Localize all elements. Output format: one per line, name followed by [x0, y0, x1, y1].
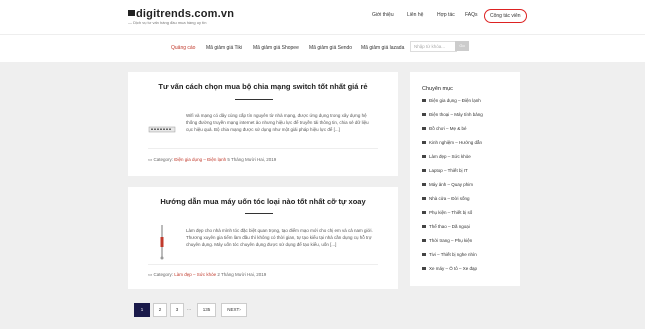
hair-curler-icon [160, 225, 164, 260]
heart-icon [422, 155, 426, 158]
sidebar-item-label: Điện gia dụng – Điện lạnh [429, 98, 481, 103]
next-page-button[interactable]: NEXT› [221, 303, 247, 317]
title-underline [245, 213, 273, 214]
sidebar-item-vehicles[interactable]: Xe máy – Ô tô – Xe đạp [422, 266, 477, 271]
nav-gioi-thieu[interactable]: Giới thiệu [372, 12, 394, 18]
sidebar-item-fashion[interactable]: Thời trang – Phụ kiện [422, 238, 472, 243]
sidebar-item-label: Phụ kiện – Thiết bị số [429, 210, 473, 215]
headphone-icon [422, 211, 426, 214]
post-category-link[interactable]: Điện gia dụng – Điện lạnh [174, 157, 226, 162]
divider [148, 148, 378, 149]
page-3-button[interactable]: 3 [170, 303, 184, 317]
site-header: digitrends.com.vn — Dịch vụ tư vấn hàng … [0, 0, 645, 34]
sidebar-item-label: Kinh nghiệm – Hướng dẫn [429, 140, 482, 145]
sidebar-item-sport[interactable]: Thể thao – Dã ngoại [422, 224, 470, 229]
network-switch-image[interactable] [148, 122, 176, 133]
nav-hop-tac[interactable]: Hợp tác [437, 12, 455, 18]
nav-lien-he[interactable]: Liên hệ [407, 12, 423, 18]
subnav-sendo[interactable]: Mã giảm giá Sendo [309, 45, 352, 51]
sidebar: Chuyên mục Điện gia dụng – Điện lạnh Điệ… [410, 72, 520, 286]
meta-date: 2 Tháng Mười Hai, 2019 [217, 272, 267, 277]
sidebar-item-camera[interactable]: Máy ảnh – Quay phim [422, 182, 473, 187]
sidebar-item-beauty[interactable]: Làm đẹp – Sức khỏe [422, 154, 471, 159]
sidebar-item-label: Xe máy – Ô tô – Xe đạp [429, 266, 478, 271]
title-underline [235, 99, 273, 100]
sidebar-item-toys[interactable]: Đồ chơi – Mẹ & bé [422, 126, 466, 131]
sidebar-item-accessories[interactable]: Phụ kiện – Thiết bị số [422, 210, 472, 215]
sidebar-item-label: Laptop – Thiết bị IT [429, 168, 468, 173]
logo-icon [128, 10, 135, 16]
sidebar-heading: Chuyên mục [422, 86, 453, 92]
site-tagline: — Dịch vụ tư vấn hàng đầu mua hàng uy tí… [128, 20, 207, 25]
tv-icon [422, 253, 426, 256]
camera-icon [422, 183, 426, 186]
hair-curler-image[interactable] [155, 223, 169, 261]
divider [148, 264, 378, 265]
book-icon [422, 141, 426, 144]
sidebar-item-laptop[interactable]: Laptop – Thiết bị IT [422, 168, 468, 173]
nav-faqs[interactable]: FAQs [465, 12, 478, 18]
sidebar-item-label: Làm đẹp – Sức khỏe [429, 154, 471, 159]
search-button[interactable]: Go [455, 41, 469, 51]
sidebar-item-home[interactable]: Nhà cửa – Đời sống [422, 196, 469, 201]
home-icon [422, 197, 426, 200]
sidebar-item-label: Đồ chơi – Mẹ & bé [429, 126, 467, 131]
page-last-button[interactable]: 135 [197, 303, 216, 317]
sidebar-item-label: Nhà cửa – Đời sống [429, 196, 470, 201]
sub-navigation: Quảng cáo Mã giảm giá Tiki Mã giảm giá S… [0, 34, 645, 62]
meta-date: 5 Tháng Mười Hai, 2019 [227, 157, 277, 162]
page-2-button[interactable]: 2 [153, 303, 167, 317]
sport-icon [422, 225, 426, 228]
sidebar-item-appliance[interactable]: Điện gia dụng – Điện lạnh [422, 98, 481, 103]
post-card: Hướng dẫn mua máy uốn tóc loại nào tốt n… [128, 187, 398, 289]
laptop-icon [422, 169, 426, 172]
network-switch-icon [148, 126, 176, 133]
sidebar-item-label: Máy ảnh – Quay phim [429, 182, 474, 187]
meta-category-label: Category: [153, 157, 174, 162]
subnav-lazada[interactable]: Mã giảm giá lazada [361, 45, 404, 51]
sidebar-item-label: Điện thoại – Máy tính bảng [429, 112, 483, 117]
appliance-icon [422, 99, 426, 102]
fashion-icon [422, 239, 426, 242]
post-title[interactable]: Hướng dẫn mua máy uốn tóc loại nào tốt n… [128, 197, 398, 206]
phone-icon [422, 113, 426, 116]
sidebar-item-guides[interactable]: Kinh nghiệm – Hướng dẫn [422, 140, 482, 145]
sidebar-item-label: Thời trang – Phụ kiện [429, 238, 473, 243]
post-category-link[interactable]: Làm đẹp – Sức khỏe [174, 272, 216, 277]
post-meta: ▭ Category: Làm đẹp – Sức khỏe 2 Tháng M… [148, 272, 266, 278]
post-excerpt: Wifi và mạng có dây cùng cấp tín nguyên … [186, 113, 369, 132]
sidebar-item-label: Thể thao – Dã ngoại [429, 224, 470, 229]
subnav-shopee[interactable]: Mã giảm giá Shopee [253, 45, 299, 51]
logo-text: digitrends.com.vn [136, 8, 235, 20]
site-logo[interactable]: digitrends.com.vn [128, 8, 234, 20]
meta-category-label: Category: [153, 272, 174, 277]
subnav-quang-cao[interactable]: Quảng cáo [171, 45, 195, 51]
sidebar-item-label: Tivi – Thiết bị nghe nhìn [429, 252, 477, 257]
pagination-ellipsis: ... [187, 306, 192, 312]
page-1-button[interactable]: 1 [134, 303, 150, 317]
post-meta: ▭ Category: Điện gia dụng – Điện lạnh 5 … [148, 157, 276, 163]
toy-icon [422, 127, 426, 130]
sidebar-item-phone[interactable]: Điện thoại – Máy tính bảng [422, 112, 483, 117]
search-input[interactable]: Nhập từ khóa... [410, 41, 457, 52]
post-title[interactable]: Tư vấn cách chọn mua bộ chia mạng switch… [128, 82, 398, 91]
sidebar-item-tv[interactable]: Tivi – Thiết bị nghe nhìn [422, 252, 477, 257]
post-card: Tư vấn cách chọn mua bộ chia mạng switch… [128, 72, 398, 176]
bike-icon [422, 267, 426, 270]
post-excerpt: Làm đẹp cho nhà mình tóc đặc biệt quan t… [186, 228, 373, 247]
subnav-tiki[interactable]: Mã giảm giá Tiki [206, 45, 242, 51]
contact-button[interactable]: Công tác viên [484, 9, 527, 23]
